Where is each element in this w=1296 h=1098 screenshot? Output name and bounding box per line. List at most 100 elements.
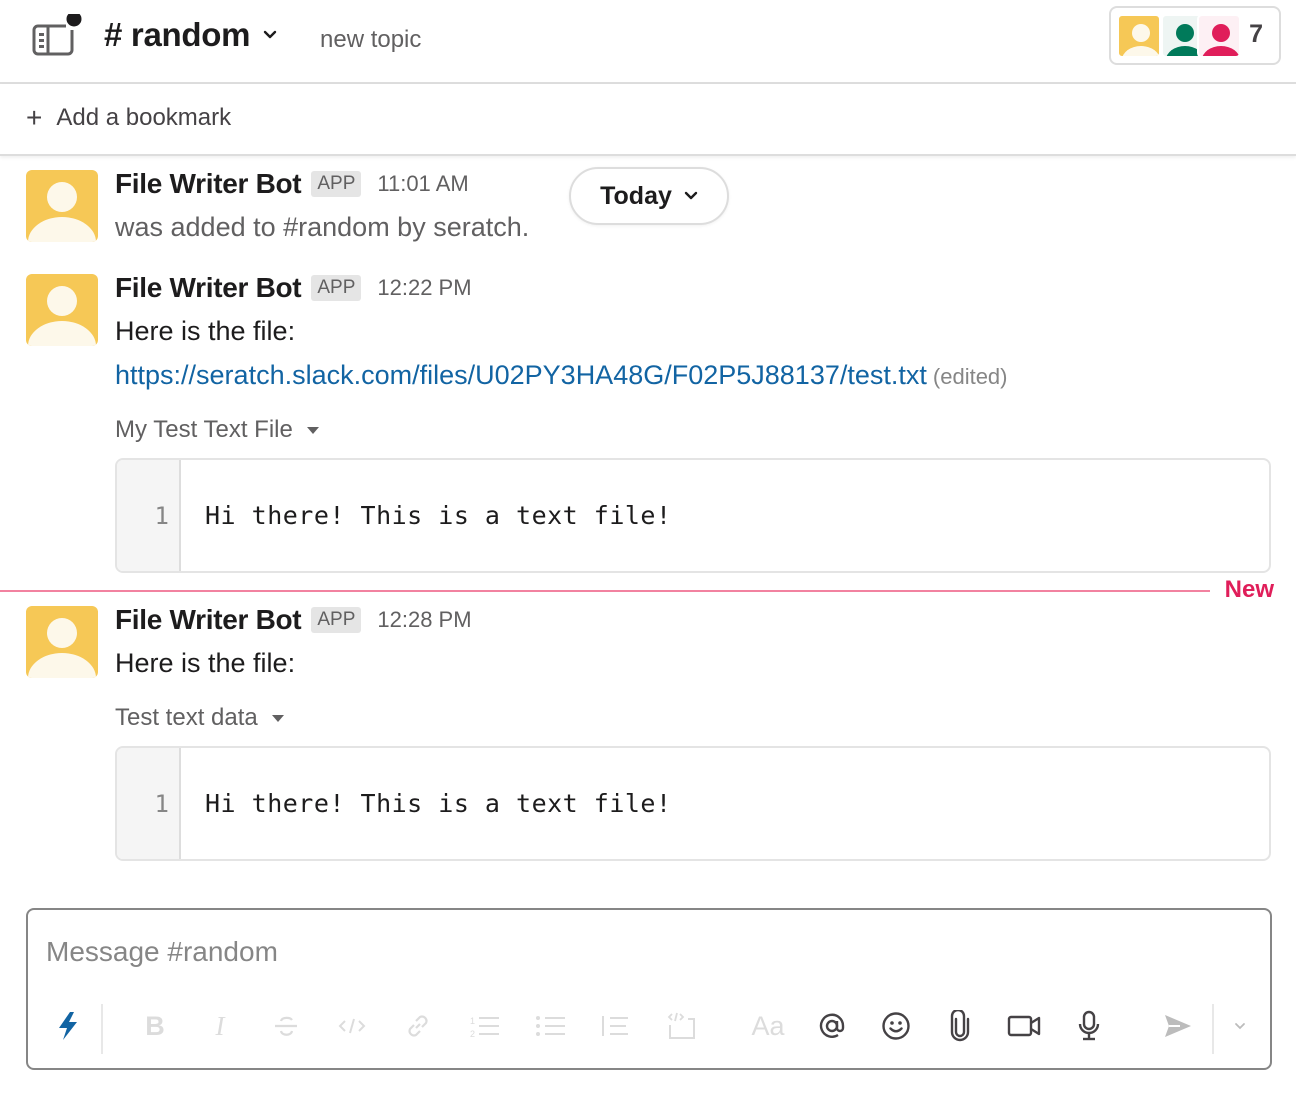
bookmark-bar: + Add a bookmark xyxy=(0,84,1296,156)
chevron-down-icon xyxy=(1235,1023,1245,1030)
emoji-button[interactable] xyxy=(876,1006,916,1046)
line-number: 1 xyxy=(117,748,181,859)
strikethrough-button[interactable] xyxy=(266,1006,306,1046)
file-title: My Test Text File xyxy=(115,416,293,443)
at-sign-icon xyxy=(819,1013,845,1038)
message-text: was added to #random by seratch. xyxy=(115,212,530,242)
formatting-toggle-button[interactable]: Aa xyxy=(748,1006,788,1046)
file-content: Hi there! This is a text file! xyxy=(205,501,672,530)
bot-avatar[interactable] xyxy=(26,606,98,678)
svg-text:1: 1 xyxy=(470,1016,475,1026)
lightning-bolt-icon xyxy=(59,1012,77,1040)
italic-icon: I xyxy=(215,1010,225,1041)
member-list-button[interactable]: 7 xyxy=(1109,6,1281,65)
strikethrough-icon xyxy=(275,1016,297,1036)
sidebar-toggle-icon xyxy=(32,11,82,56)
send-button[interactable] xyxy=(1158,1006,1198,1046)
emoji-icon xyxy=(882,1012,910,1040)
file-link[interactable]: https://seratch.slack.com/files/U02PY3HA… xyxy=(115,360,927,390)
blockquote-icon xyxy=(602,1016,628,1036)
attach-file-button[interactable] xyxy=(940,1006,980,1046)
file-content: Hi there! This is a text file! xyxy=(205,789,672,818)
user-icon xyxy=(28,182,96,242)
file-preview[interactable]: 1 Hi there! This is a text file! xyxy=(115,458,1271,573)
code-block-icon xyxy=(667,1012,695,1039)
message-text: Here is the file: xyxy=(115,316,296,346)
svg-text:2: 2 xyxy=(470,1029,475,1039)
date-label: Today xyxy=(600,181,672,210)
sender-name[interactable]: File Writer Bot xyxy=(115,272,302,304)
file-preview[interactable]: 1 Hi there! This is a text file! xyxy=(115,746,1271,861)
user-icon xyxy=(1202,23,1239,56)
video-camera-icon xyxy=(1007,1015,1041,1037)
user-icon xyxy=(1122,23,1159,56)
numbered-list-button[interactable]: 1 2 xyxy=(465,1006,505,1046)
audio-clip-button[interactable] xyxy=(1069,1006,1109,1046)
new-label: New xyxy=(1224,576,1274,603)
sidebar-toggle-button[interactable] xyxy=(32,11,82,58)
italic-button[interactable]: I xyxy=(200,1006,240,1046)
bulleted-list-icon xyxy=(536,1016,565,1036)
edited-label: (edited) xyxy=(932,364,1008,389)
send-icon xyxy=(1165,1015,1191,1037)
code-button[interactable] xyxy=(332,1006,372,1046)
link-icon xyxy=(408,1015,428,1037)
line-number: 1 xyxy=(117,460,181,571)
message-composer: B I 1 xyxy=(26,908,1272,1070)
bot-avatar[interactable] xyxy=(26,274,98,346)
new-messages-divider: New xyxy=(0,576,1296,604)
channel-topic[interactable]: new topic xyxy=(320,26,421,54)
link-button[interactable] xyxy=(398,1006,438,1046)
message-timestamp[interactable]: 12:28 PM xyxy=(377,607,471,633)
microphone-icon xyxy=(1078,1010,1100,1041)
mention-button[interactable] xyxy=(812,1006,852,1046)
message-text: Here is the file: xyxy=(115,648,296,678)
divider-line xyxy=(0,590,1210,592)
chevron-down-icon xyxy=(684,191,698,200)
composer-toolbar: B I 1 2 Aa xyxy=(28,1000,1270,1058)
message: File Writer Bot APP 12:22 PM Here is the… xyxy=(0,272,1296,573)
bold-icon: B xyxy=(145,1010,165,1041)
add-bookmark-label: Add a bookmark xyxy=(56,104,232,131)
file-title-toggle[interactable]: My Test Text File xyxy=(115,416,319,444)
file-title-toggle[interactable]: Test text data xyxy=(115,704,284,732)
member-count: 7 xyxy=(1249,20,1263,48)
caret-down-icon xyxy=(306,426,319,434)
sender-name[interactable]: File Writer Bot xyxy=(115,168,302,200)
channel-header: # random new topic 7 xyxy=(0,0,1296,84)
blockquote-button[interactable] xyxy=(596,1006,636,1046)
shortcuts-button[interactable] xyxy=(48,1006,88,1046)
chevron-down-icon xyxy=(263,30,277,39)
toolbar-divider xyxy=(101,1004,103,1054)
caret-down-icon xyxy=(271,714,284,722)
code-icon xyxy=(338,1018,366,1034)
bulleted-list-button[interactable] xyxy=(531,1006,571,1046)
send-options-button[interactable] xyxy=(1220,1006,1260,1046)
channel-name: # random xyxy=(104,16,251,53)
member-avatar xyxy=(1117,13,1161,58)
paperclip-icon xyxy=(950,1010,970,1042)
file-title: Test text data xyxy=(115,704,258,731)
video-clip-button[interactable] xyxy=(1005,1006,1045,1046)
numbered-list-icon: 1 2 xyxy=(470,1016,499,1039)
code-block-button[interactable] xyxy=(662,1006,702,1046)
plus-icon: + xyxy=(26,102,43,133)
format-text-icon: Aa xyxy=(751,1010,785,1041)
bold-button[interactable]: B xyxy=(135,1006,175,1046)
user-icon xyxy=(28,286,96,346)
date-jump-button[interactable]: Today xyxy=(569,167,729,225)
message: File Writer Bot APP 12:28 PM Here is the… xyxy=(0,604,1296,864)
message-timestamp[interactable]: 12:22 PM xyxy=(377,275,471,301)
user-icon xyxy=(28,618,96,678)
app-badge: APP xyxy=(311,607,362,633)
add-bookmark-button[interactable]: + Add a bookmark xyxy=(26,104,231,132)
app-badge: APP xyxy=(311,171,362,197)
toolbar-divider xyxy=(1212,1004,1214,1054)
bot-avatar[interactable] xyxy=(26,170,98,242)
channel-name-button[interactable]: # random xyxy=(104,16,278,54)
message-timestamp[interactable]: 11:01 AM xyxy=(377,171,468,197)
member-avatar xyxy=(1197,13,1241,58)
message-input[interactable] xyxy=(46,932,1246,972)
app-badge: APP xyxy=(311,275,362,301)
sender-name[interactable]: File Writer Bot xyxy=(115,604,302,636)
